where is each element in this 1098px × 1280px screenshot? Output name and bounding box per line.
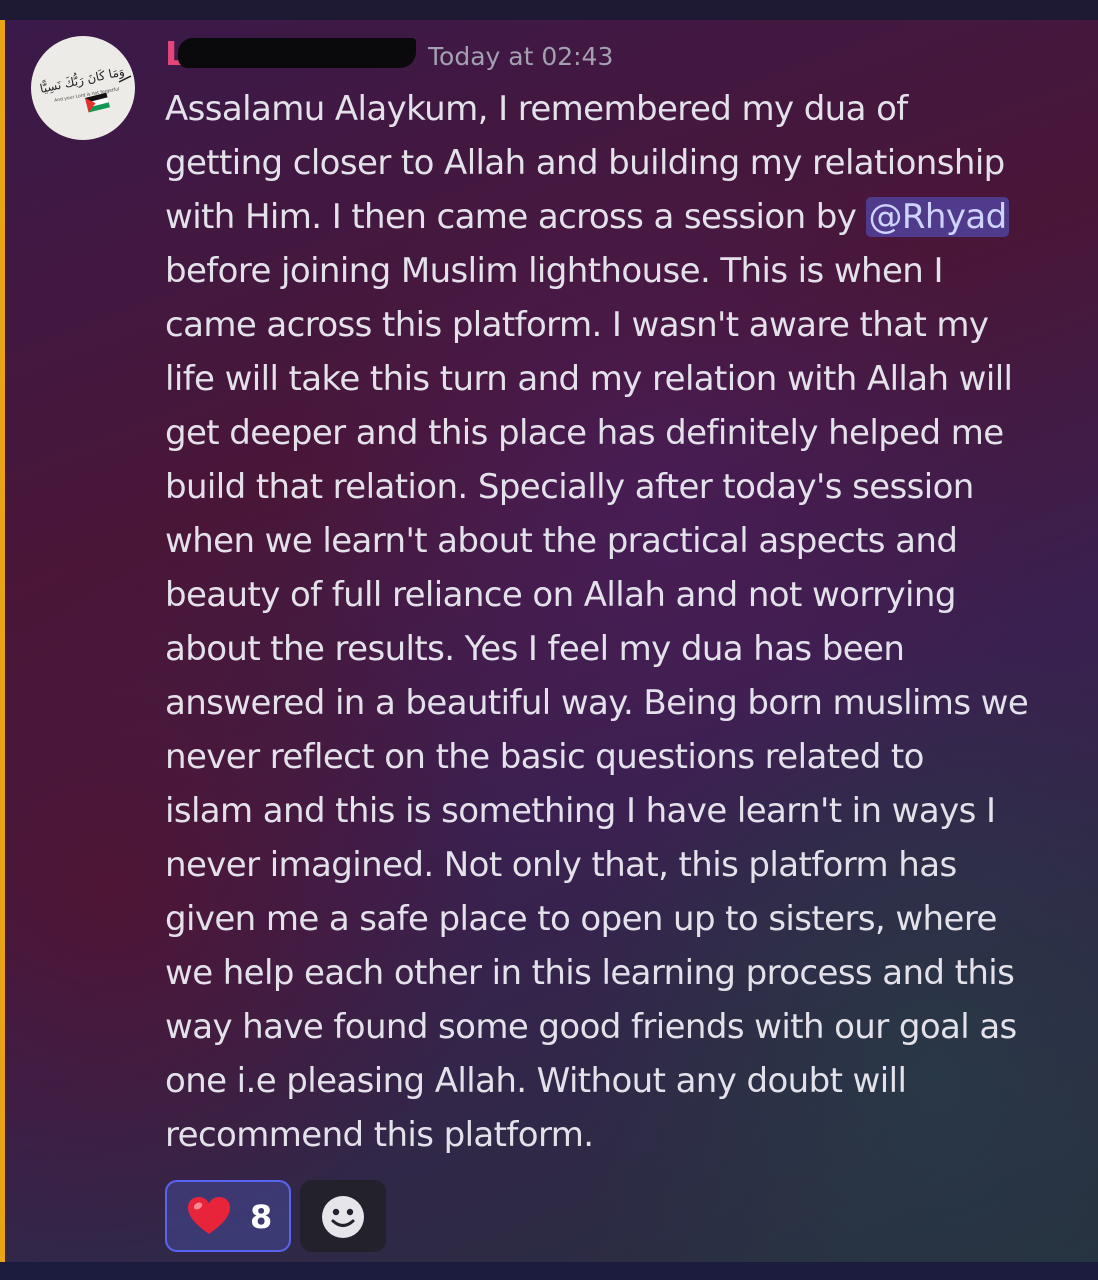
message-line: about the results. Yes I feel my dua has…	[165, 629, 905, 669]
message-line: one i.e pleasing Allah. Without any doub…	[165, 1061, 907, 1101]
message-line: life will take this turn and my relation…	[165, 359, 1013, 399]
smiley-face-icon	[322, 1196, 364, 1238]
message-line: islam and this is something I have learn…	[165, 791, 996, 831]
message-line: with Him. I then came across a session b…	[165, 190, 1085, 244]
message-line: beauty of full reliance on Allah and not…	[165, 575, 956, 615]
message-content: Assalamu Alaykum, I remembered my dua of…	[165, 82, 1085, 1162]
user-mention[interactable]: @Rhyad	[866, 197, 1009, 237]
message-item: وَمَا كَانَ رَبُّكَ نَسِيًّا And your Lo…	[0, 20, 1098, 1262]
message-line: getting closer to Allah and building my …	[165, 143, 1005, 183]
add-reaction-button[interactable]	[300, 1180, 386, 1252]
heart-icon	[188, 1197, 230, 1234]
message-line: when we learn't about the practical aspe…	[165, 521, 958, 561]
message-line: we help each other in this learning proc…	[165, 953, 1015, 993]
message-highlight-bar	[0, 20, 5, 1262]
message-line: answered in a beautiful way. Being born …	[165, 683, 1029, 723]
username-redaction	[178, 38, 416, 68]
reaction-count: 8	[250, 1198, 273, 1236]
avatar[interactable]: وَمَا كَانَ رَبُّكَ نَسِيًّا And your Lo…	[31, 36, 135, 140]
message-line: never imagined. Not only that, this plat…	[165, 845, 957, 885]
message-line: given me a safe place to open up to sist…	[165, 899, 997, 939]
message-timestamp[interactable]: Today at 02:43	[428, 42, 613, 71]
heart-reaction-button[interactable]: 8	[165, 1180, 291, 1252]
message-line: build that relation. Specially after tod…	[165, 467, 974, 507]
message-line-text: with Him. I then came across a session b…	[165, 197, 867, 237]
message-line: came across this platform. I wasn't awar…	[165, 305, 989, 345]
message-line: Assalamu Alaykum, I remembered my dua of	[165, 89, 908, 129]
message-line: before joining Muslim lighthouse. This i…	[165, 251, 943, 291]
bottom-bar	[0, 1262, 1098, 1280]
message-line: way have found some good friends with ou…	[165, 1007, 1017, 1047]
message-line: get deeper and this place has definitely…	[165, 413, 1004, 453]
message-line: recommend this platform.	[165, 1115, 594, 1155]
avatar-image: وَمَا كَانَ رَبُّكَ نَسِيًّا And your Lo…	[38, 63, 132, 113]
message-line: never reflect on the basic questions rel…	[165, 737, 924, 777]
top-bar	[0, 0, 1098, 20]
